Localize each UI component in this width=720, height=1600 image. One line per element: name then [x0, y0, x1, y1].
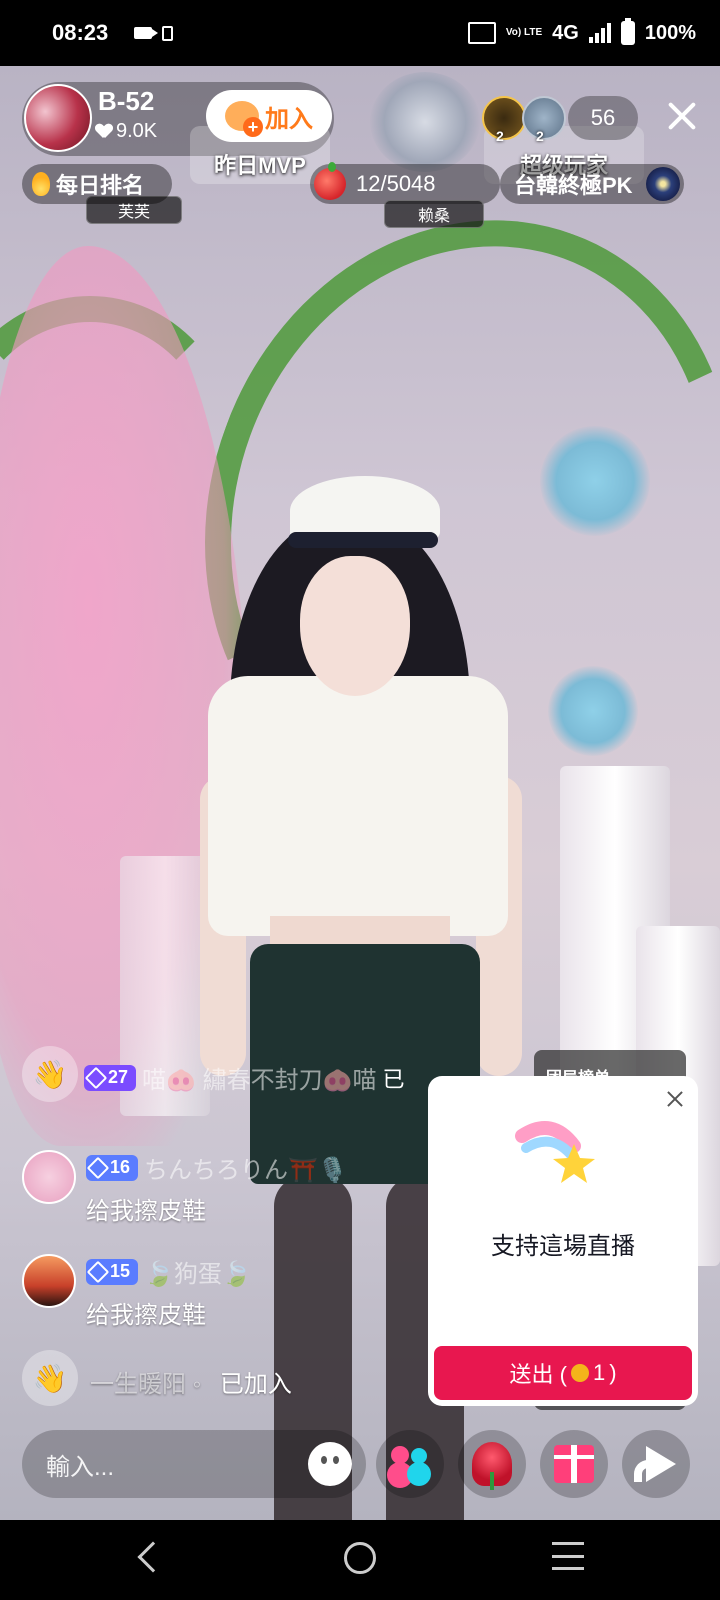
- diamond-icon: [86, 1260, 110, 1283]
- chat-head: 27 喵🐽 繡春不封刀🐽喵 已: [84, 1060, 404, 1095]
- apple-icon: [314, 162, 346, 200]
- viewer-rank: 2: [496, 128, 504, 144]
- signal-icon: [588, 23, 611, 43]
- shooting-star-icon: [515, 1121, 595, 1183]
- daily-ranking-button[interactable]: 每日排名: [22, 164, 172, 204]
- chat-message: 已: [382, 1066, 405, 1092]
- join-fan-club-button[interactable]: 加入: [206, 90, 332, 142]
- host-name: B-52: [98, 86, 155, 116]
- rose-icon: [472, 1442, 512, 1490]
- cast-icon: [467, 22, 496, 44]
- coin-icon: [570, 1364, 589, 1382]
- home-icon[interactable]: [344, 1542, 376, 1574]
- diamond-icon: [84, 1066, 108, 1089]
- heart-icon: [96, 124, 112, 140]
- close-icon[interactable]: [666, 1090, 684, 1108]
- chat-join-row: 👋 27 喵🐽 繡春不封刀🐽喵 已: [22, 1046, 404, 1102]
- close-icon[interactable]: [664, 98, 700, 134]
- network-type: 4G: [552, 21, 579, 44]
- pk-emblem-icon: [646, 167, 680, 201]
- wave-hand-icon: 👋: [22, 1350, 78, 1406]
- chat-username[interactable]: 🍃狗蛋🍃: [144, 1254, 252, 1289]
- popup-title: 支持這場直播: [491, 1233, 635, 1260]
- volte-icon: Vo) LTE: [505, 27, 543, 38]
- team-button[interactable]: [376, 1430, 444, 1498]
- send-amount: 1: [592, 1360, 606, 1385]
- battery-icon: [620, 18, 635, 45]
- gift-icon: [554, 1445, 594, 1483]
- chat-join-text: 一生暖阳 ◦ 已加入: [90, 1364, 292, 1399]
- chat-message-row: 15 🍃狗蛋🍃 给我擦皮鞋: [22, 1254, 252, 1330]
- gift-popup: 支持這場直播 送出 ( 1 ): [428, 1076, 698, 1406]
- level-number: 27: [108, 1067, 129, 1087]
- sim-card-icon: [162, 25, 174, 41]
- viewer-count[interactable]: 56: [568, 96, 638, 140]
- player-user-tag: 赖桑: [384, 200, 484, 228]
- viewer-rank: 2: [536, 128, 544, 144]
- chat-avatar[interactable]: [22, 1150, 76, 1204]
- blue-flowers: [548, 666, 638, 756]
- chat-message: 给我擦皮鞋: [86, 1302, 206, 1329]
- pk-label: 台韓終極PK: [514, 173, 633, 198]
- status-bar: 08:23 Vo) LTE 4G 100%: [0, 0, 720, 66]
- pk-event-pill[interactable]: 台韓終極PK: [500, 164, 684, 204]
- level-badge: 16: [86, 1154, 139, 1181]
- top-viewer-avatar-2[interactable]: 2: [522, 96, 566, 144]
- back-icon[interactable]: [137, 1541, 169, 1573]
- battery-level: 100%: [644, 21, 696, 44]
- gift-button[interactable]: [540, 1430, 608, 1498]
- fan-heart-icon: [225, 101, 263, 137]
- team-icon: [389, 1446, 431, 1482]
- send-gift-button[interactable]: 送出 ( 1 ): [434, 1346, 692, 1400]
- top-gifter-frame[interactable]: [370, 72, 480, 172]
- blue-flowers: [540, 426, 650, 536]
- send-label: 送出 (: [509, 1362, 567, 1387]
- level-badge: 27: [84, 1064, 137, 1091]
- chat-avatar[interactable]: [22, 1254, 76, 1308]
- join-label: 加入: [265, 105, 313, 133]
- input-placeholder: 輸入...: [46, 1453, 115, 1481]
- wave-hand-icon: 👋: [22, 1046, 78, 1102]
- likes-count: 9.0K: [116, 120, 158, 142]
- chat-username[interactable]: ちんちろりん⛩️🎙️: [144, 1150, 348, 1185]
- share-icon: [634, 1446, 676, 1482]
- send-suffix: ): [609, 1360, 617, 1385]
- comment-input[interactable]: 輸入...: [22, 1430, 366, 1498]
- fruit-progress: 12/5048: [356, 171, 436, 196]
- diamond-icon: [86, 1156, 110, 1179]
- host-avatar[interactable]: [24, 84, 92, 152]
- clock: 08:23: [52, 20, 109, 45]
- rose-button[interactable]: [458, 1430, 526, 1498]
- emoji-icon[interactable]: [308, 1442, 352, 1486]
- host-likes: 9.0K: [96, 120, 157, 143]
- video-camera-icon: [134, 27, 159, 39]
- system-nav-bar: [0, 1520, 720, 1600]
- chat-message: 给我擦皮鞋: [86, 1198, 206, 1225]
- level-number: 16: [110, 1157, 131, 1177]
- chat-message-row: 16 ちんちろりん⛩️🎙️ 给我擦皮鞋: [22, 1150, 348, 1226]
- level-badge: 15: [86, 1258, 139, 1285]
- level-number: 15: [110, 1261, 131, 1281]
- recents-icon[interactable]: [552, 1542, 584, 1570]
- fruit-goal-pill[interactable]: 12/5048: [310, 162, 500, 204]
- chat-message: 已加入: [219, 1371, 292, 1398]
- daily-ranking-label: 每日排名: [56, 173, 145, 198]
- chat-join-row: 👋 一生暖阳 ◦ 已加入: [22, 1350, 292, 1406]
- top-viewer-avatar-1[interactable]: 2: [482, 96, 526, 144]
- chat-username[interactable]: 喵🐽 繡春不封刀🐽喵: [142, 1060, 376, 1095]
- share-button[interactable]: [622, 1430, 690, 1498]
- flame-icon: [32, 172, 50, 196]
- chat-username[interactable]: 一生暖阳 ◦: [90, 1371, 201, 1398]
